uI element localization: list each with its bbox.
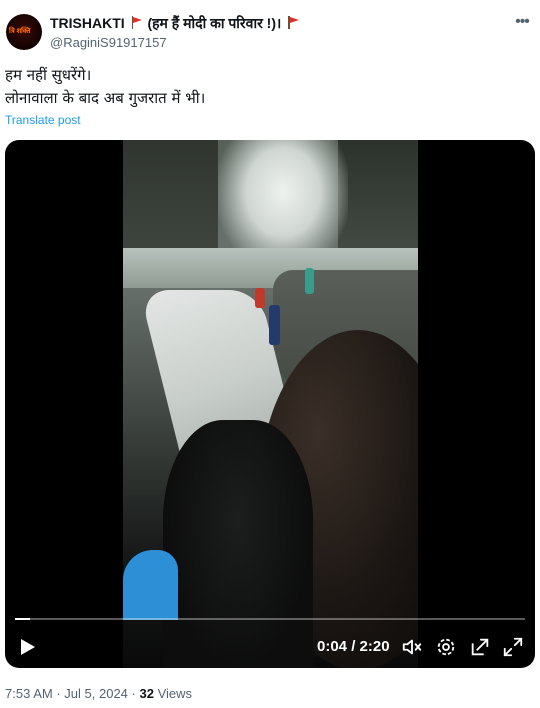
video-scene-person: [123, 550, 178, 620]
meta-separator: ·: [131, 686, 136, 701]
video-frame: [123, 140, 418, 668]
video-player[interactable]: 0:04 / 2:20: [5, 140, 535, 668]
display-name-suffix: (हम हैं मोदी का परिवार !)।: [147, 15, 282, 31]
fullscreen-icon[interactable]: [502, 636, 524, 658]
video-scene-cliff: [338, 140, 418, 250]
post-meta: 7:53 AM · Jul 5, 2024 · 32 Views: [5, 686, 192, 701]
video-scene-person: [305, 268, 314, 294]
post-header: त्रि शक्ति TRISHAKTI (हम हैं मोदी का परि…: [0, 0, 540, 58]
video-scene-person: [255, 288, 265, 308]
duration: 2:20: [359, 638, 390, 655]
play-icon[interactable]: [18, 636, 38, 658]
pop-out-icon[interactable]: [469, 636, 491, 658]
video-scene-cliff: [123, 140, 218, 260]
red-flag-icon: [287, 16, 299, 29]
translate-post-link[interactable]: Translate post: [5, 113, 81, 127]
post-date[interactable]: Jul 5, 2024: [64, 686, 128, 701]
user-handle[interactable]: @RaginiS91917157: [50, 35, 167, 50]
progress-bar-fill: [15, 618, 31, 620]
video-scene-crowd: [163, 420, 313, 668]
avatar-logo-text: त्रि शक्ति: [9, 27, 31, 35]
display-name[interactable]: TRISHAKTI (हम हैं मोदी का परिवार !)।: [50, 14, 300, 33]
post-text-line: हम नहीं सुधरेंगे।: [5, 66, 92, 84]
video-scene-person: [269, 305, 280, 345]
current-time: 0:04: [317, 638, 348, 655]
views-count: 32: [139, 686, 154, 701]
avatar[interactable]: त्रि शक्ति: [6, 14, 42, 50]
views-label: Views: [157, 686, 193, 701]
time-display: 0:04 / 2:20: [317, 638, 390, 655]
display-name-text: TRISHAKTI: [50, 15, 125, 31]
progress-bar[interactable]: [15, 618, 525, 620]
meta-separator: ·: [56, 686, 61, 701]
post-text-line: लोनावाला के बाद अब गुजरात में भी।: [5, 89, 206, 107]
post-time[interactable]: 7:53 AM: [5, 686, 53, 701]
settings-icon[interactable]: [435, 636, 457, 658]
red-flag-icon: [131, 16, 143, 29]
more-options-icon[interactable]: •••: [512, 14, 532, 34]
volume-icon[interactable]: [401, 636, 423, 658]
post-text: हम नहीं सुधरेंगे। लोनावाला के बाद अब गुज…: [5, 64, 205, 110]
